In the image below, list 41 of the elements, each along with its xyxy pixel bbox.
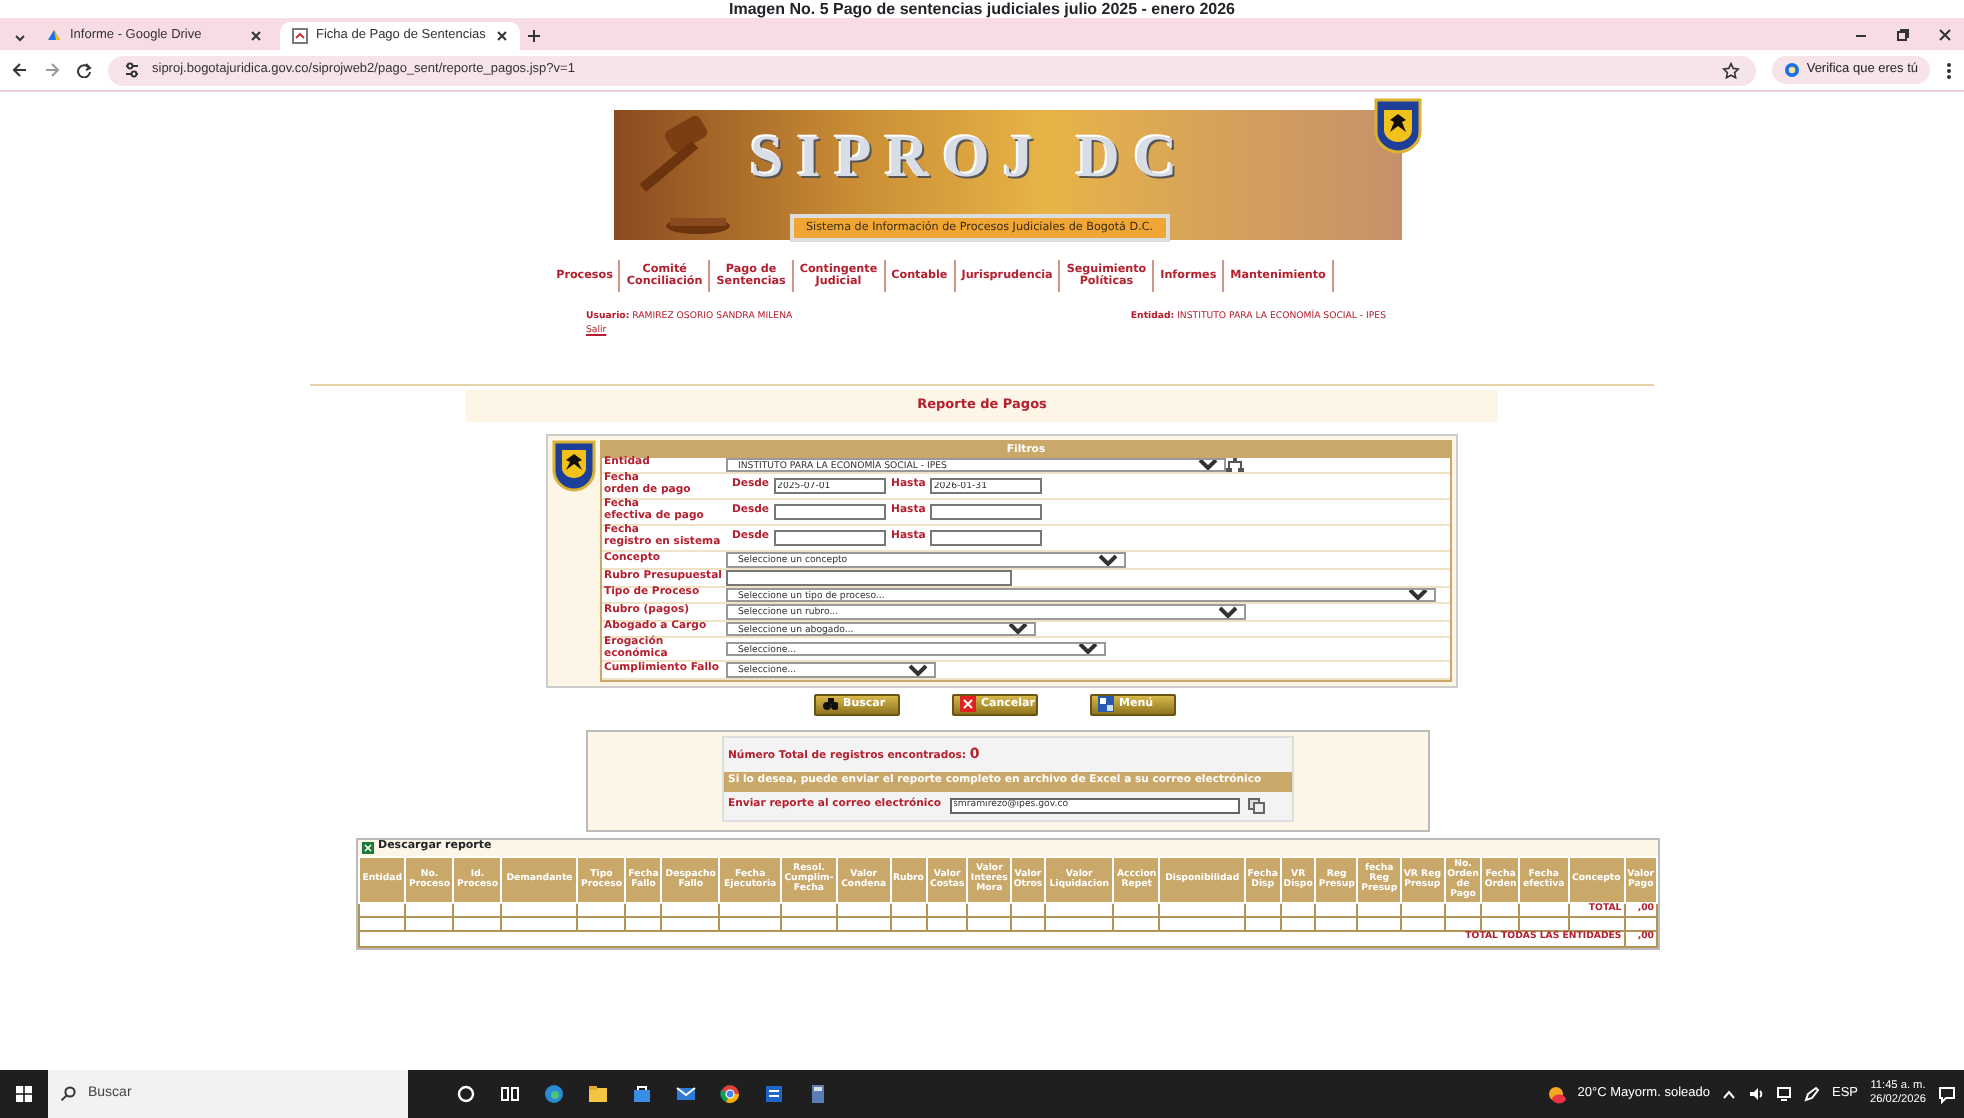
search-icon [60, 1086, 76, 1102]
star-icon[interactable] [1722, 61, 1741, 79]
notification-icon[interactable] [1938, 1085, 1956, 1103]
pen-icon[interactable] [1803, 1086, 1820, 1102]
binoculars-icon [821, 696, 837, 713]
network-icon[interactable] [1775, 1086, 1792, 1102]
folder-icon[interactable] [588, 1084, 608, 1104]
profile-icon [1784, 62, 1801, 78]
bag-icon[interactable] [632, 1084, 652, 1104]
logo-title: SIPROJ DC [750, 126, 1192, 190]
close-icon[interactable] [496, 30, 508, 42]
circle-icon[interactable] [456, 1084, 476, 1104]
more-icon[interactable] [1946, 61, 1952, 79]
back-icon[interactable] [12, 62, 28, 78]
restore-icon[interactable] [1896, 27, 1910, 41]
coat-of-arms-icon [552, 439, 596, 492]
caption-text: Imagen No. 5 Pago de sentencias judiciales julio 2025 - enero 2026 [729, 0, 1235, 18]
drive-icon [46, 28, 62, 44]
coat-of-arms-icon [1374, 98, 1422, 154]
date-field[interactable] [773, 530, 886, 547]
reload-icon[interactable] [76, 62, 92, 78]
date-field[interactable] [773, 504, 886, 521]
forward-icon[interactable] [44, 62, 60, 78]
cancel-icon [959, 696, 975, 713]
chevron-icon[interactable] [1721, 1087, 1736, 1101]
date-field[interactable] [929, 530, 1042, 547]
excel-icon[interactable] [362, 841, 374, 854]
speaker-icon[interactable] [1747, 1086, 1764, 1102]
menu-grid-icon [1097, 696, 1113, 713]
close-icon[interactable] [1938, 27, 1952, 41]
site-settings-icon [124, 62, 140, 78]
app-icon[interactable] [764, 1084, 784, 1104]
close-icon[interactable] [250, 30, 262, 42]
weather-icon[interactable] [1547, 1085, 1566, 1103]
task-view-icon[interactable] [500, 1084, 520, 1104]
calculator-icon[interactable] [808, 1084, 828, 1104]
copy-icon[interactable] [1247, 797, 1266, 814]
mail-icon[interactable] [676, 1084, 696, 1104]
hierarchy-icon[interactable] [1226, 457, 1244, 472]
document-icon [292, 28, 308, 44]
date-field[interactable] [929, 504, 1042, 521]
